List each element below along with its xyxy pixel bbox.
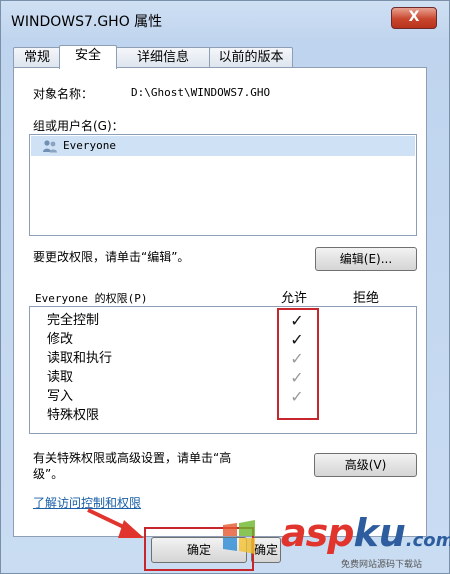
watermark-ku: ku xyxy=(353,511,406,555)
tab-previous-versions[interactable]: 以前的版本 xyxy=(209,47,293,68)
watermark-asp: asp xyxy=(281,511,354,555)
windows-logo-icon xyxy=(223,520,255,554)
tab-general[interactable]: 常规 xyxy=(13,47,61,68)
permission-name: 读取和执行 xyxy=(47,351,113,366)
tab-security[interactable]: 安全 xyxy=(59,45,117,69)
allow-column-highlight xyxy=(277,308,319,420)
edit-button[interactable]: 编辑(E)... xyxy=(315,247,417,271)
advanced-button[interactable]: 高级(V) xyxy=(314,453,417,477)
edit-prompt: 要更改权限，请单击“编辑”。 xyxy=(33,250,190,264)
advanced-prompt-line1: 有关特殊权限或高级设置，请单击“高 xyxy=(33,451,232,465)
permission-name: 写入 xyxy=(47,389,74,404)
title-bar: WINDOWS7.GHO 属性 X xyxy=(1,1,449,41)
allow-header: 允许 xyxy=(281,291,308,306)
permission-name: 读取 xyxy=(47,370,74,385)
user-list[interactable]: Everyone xyxy=(29,134,417,236)
permission-name: 修改 xyxy=(47,332,74,347)
pointer-arrow-icon xyxy=(87,508,144,538)
watermark: aspku.com xyxy=(281,511,450,555)
user-name: Everyone xyxy=(63,139,116,152)
permissions-header: Everyone 的权限(P) xyxy=(35,292,148,305)
close-icon: X xyxy=(408,9,420,25)
group-label: 组或用户名(G)： xyxy=(33,119,124,133)
tab-details[interactable]: 详细信息 xyxy=(115,47,211,68)
deny-header: 拒绝 xyxy=(353,291,380,306)
watermark-domain: .com xyxy=(405,530,450,551)
watermark-subtitle: 免费网站源码下载站 xyxy=(341,560,423,570)
permission-name: 特殊权限 xyxy=(47,408,100,423)
object-name-value: D:\Ghost\WINDOWS7.GHO xyxy=(131,86,271,99)
window-title: WINDOWS7.GHO 属性 xyxy=(11,14,163,30)
list-item[interactable]: Everyone xyxy=(31,136,415,156)
users-icon xyxy=(43,140,57,153)
permission-name: 完全控制 xyxy=(47,313,100,328)
object-name-label: 对象名称： xyxy=(33,87,94,101)
advanced-prompt-line2: 级”。 xyxy=(33,467,64,481)
close-button[interactable]: X xyxy=(391,7,437,29)
properties-window: WINDOWS7.GHO 属性 X 常规 安全 详细信息 以前的版本 对象名称：… xyxy=(0,0,450,574)
